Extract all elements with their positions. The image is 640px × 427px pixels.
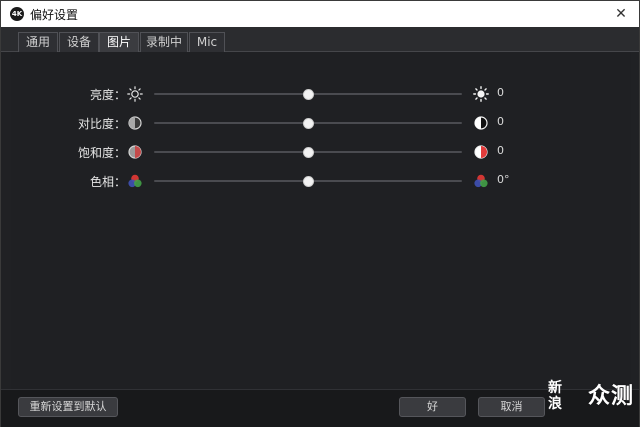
ok-button[interactable]: 好 xyxy=(399,397,466,417)
saturation-slider[interactable] xyxy=(154,146,462,158)
contrast-label: 对比度： xyxy=(77,117,126,131)
hue-value: 0° xyxy=(497,173,510,186)
sun-filled-icon xyxy=(473,86,489,102)
saturation-row: 饱和度： 0 xyxy=(11,142,631,162)
saturation-high-icon xyxy=(474,145,488,159)
tab-bar: 通用 设备 图片 录制中 Mic xyxy=(1,27,639,52)
contrast-value: 0 xyxy=(497,115,504,128)
hue-slider-thumb[interactable] xyxy=(302,175,314,187)
contrast-high-icon xyxy=(474,116,488,130)
picture-settings-panel: 亮度： 0 对比度： 0 饱和度： 0 色相： 0° xyxy=(11,52,631,389)
contrast-slider-thumb[interactable] xyxy=(302,117,314,129)
brightness-slider-thumb[interactable] xyxy=(302,88,314,100)
brightness-value: 0 xyxy=(497,86,504,99)
tab-mic[interactable]: Mic xyxy=(189,32,225,52)
brightness-slider[interactable] xyxy=(154,88,462,100)
dialog-footer: 重新设置到默认 好 取消 xyxy=(1,389,639,427)
close-icon: ✕ xyxy=(615,6,627,22)
contrast-row: 对比度： 0 xyxy=(11,113,631,133)
saturation-low-icon xyxy=(128,145,142,159)
preferences-window: 4K 偏好设置 ✕ 通用 设备 图片 录制中 Mic 亮度： 0 对比度： 0 … xyxy=(0,0,640,427)
hue-right-icon xyxy=(474,174,488,188)
brightness-row: 亮度： 0 xyxy=(11,84,631,104)
contrast-low-icon xyxy=(128,116,142,130)
hue-label: 色相： xyxy=(89,175,126,189)
tab-general[interactable]: 通用 xyxy=(18,32,58,52)
saturation-value: 0 xyxy=(497,144,504,157)
tab-picture[interactable]: 图片 xyxy=(99,32,139,52)
hue-row: 色相： 0° xyxy=(11,171,631,191)
tab-devices[interactable]: 设备 xyxy=(59,32,99,52)
cancel-button[interactable]: 取消 xyxy=(478,397,545,417)
tab-recording[interactable]: 录制中 xyxy=(140,32,188,52)
brightness-label: 亮度： xyxy=(89,88,126,102)
watermark-vertical-text: 新浪 xyxy=(548,380,562,412)
title-bar: 4K 偏好设置 ✕ xyxy=(1,1,639,27)
hue-left-icon xyxy=(128,174,142,188)
saturation-slider-thumb[interactable] xyxy=(302,146,314,158)
reset-defaults-button[interactable]: 重新设置到默认 xyxy=(18,397,118,417)
app-logo-icon: 4K xyxy=(10,7,24,21)
hue-slider[interactable] xyxy=(154,175,462,187)
saturation-label: 饱和度： xyxy=(77,146,126,160)
watermark-text: 众测 xyxy=(587,384,634,409)
contrast-slider[interactable] xyxy=(154,117,462,129)
close-button[interactable]: ✕ xyxy=(611,4,631,24)
window-title: 偏好设置 xyxy=(30,7,79,22)
sun-outline-icon xyxy=(127,86,143,102)
